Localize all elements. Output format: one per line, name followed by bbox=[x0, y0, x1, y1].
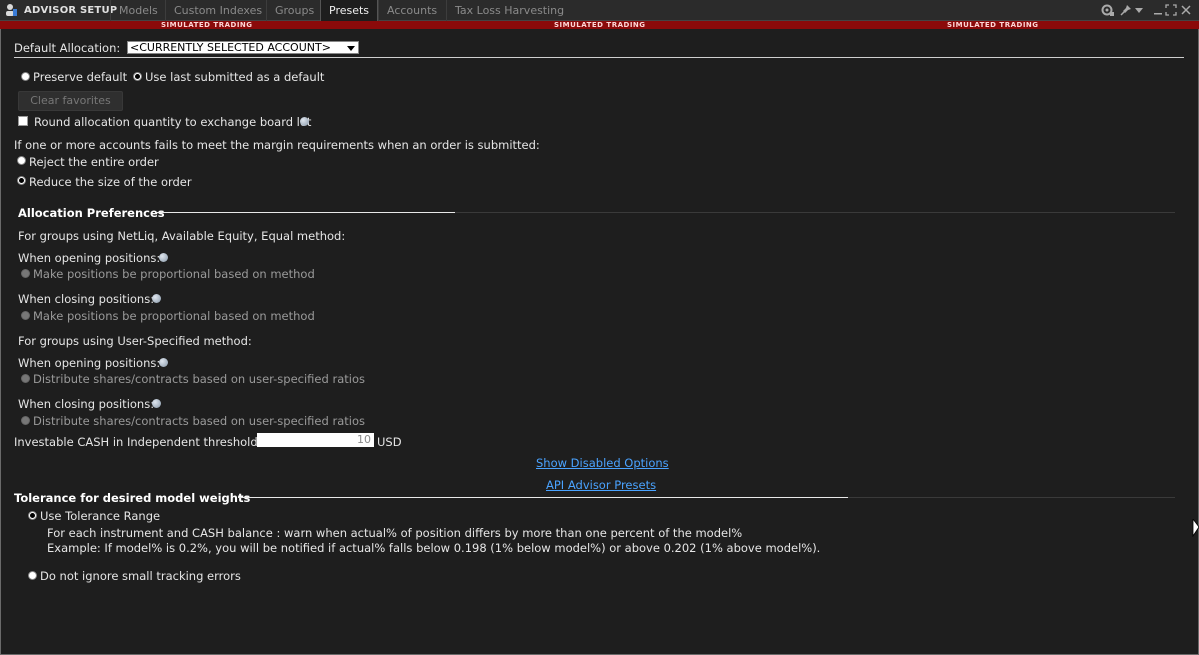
cash-threshold-unit: USD bbox=[377, 435, 402, 449]
default-allocation-value: <CURRENTLY SELECTED ACCOUNT> bbox=[130, 41, 331, 54]
do-not-ignore-label: Do not ignore small tracking errors bbox=[40, 569, 241, 583]
info-icon[interactable] bbox=[152, 294, 161, 303]
user-opening-distribute-label: Distribute shares/contracts based on use… bbox=[33, 372, 365, 386]
tab-accounts[interactable]: Accounts bbox=[378, 0, 445, 21]
tolerance-description: For each instrument and CASH balance : w… bbox=[47, 526, 743, 540]
tab-tax-loss-harvesting[interactable]: Tax Loss Harvesting bbox=[446, 0, 572, 21]
netliq-group-label: For groups using NetLiq, Available Equit… bbox=[18, 229, 346, 243]
preserve-default-radio[interactable] bbox=[21, 72, 30, 81]
api-advisor-presets-link[interactable]: API Advisor Presets bbox=[546, 478, 656, 492]
title-bar: ADVISOR SETUP Models Custom Indexes Grou… bbox=[0, 0, 1199, 21]
user-specified-group-label: For groups using User-Specified method: bbox=[18, 334, 252, 348]
use-tolerance-range-label: Use Tolerance Range bbox=[40, 509, 161, 523]
tab-presets[interactable]: Presets bbox=[320, 0, 379, 21]
round-allocation-label: Round allocation quantity to exchange bo… bbox=[34, 115, 312, 129]
dropdown-icon[interactable] bbox=[1132, 3, 1146, 17]
banner-text: SIMULATED TRADING bbox=[554, 21, 646, 29]
default-allocation-select[interactable]: <CURRENTLY SELECTED ACCOUNT> bbox=[127, 41, 359, 54]
simulated-trading-banner: SIMULATED TRADING SIMULATED TRADING SIMU… bbox=[0, 21, 1199, 29]
chevron-down-icon bbox=[347, 46, 355, 51]
netliq-closing-proportional-label: Make positions be proportional based on … bbox=[33, 309, 315, 323]
reject-order-radio[interactable] bbox=[17, 156, 26, 165]
minimize-icon[interactable] bbox=[1151, 3, 1165, 17]
tab-groups[interactable]: Groups bbox=[266, 0, 322, 21]
use-tolerance-range-radio[interactable] bbox=[28, 511, 37, 520]
banner-text: SIMULATED TRADING bbox=[161, 21, 253, 29]
divider bbox=[14, 57, 1184, 58]
use-last-submitted-label: Use last submitted as a default bbox=[145, 70, 325, 84]
netliq-closing-label: When closing positions: bbox=[18, 292, 155, 306]
show-disabled-options-link[interactable]: Show Disabled Options bbox=[536, 456, 669, 470]
info-icon[interactable] bbox=[159, 253, 168, 262]
tolerance-header: Tolerance for desired model weights bbox=[14, 491, 251, 505]
divider bbox=[157, 212, 455, 213]
margin-question: If one or more accounts fails to meet th… bbox=[14, 138, 540, 152]
cash-threshold-label: Investable CASH in Independent threshold… bbox=[14, 435, 262, 449]
allocation-preferences-header: Allocation Preferences bbox=[18, 206, 165, 220]
user-closing-label: When closing positions: bbox=[18, 397, 155, 411]
do-not-ignore-radio[interactable] bbox=[28, 571, 37, 580]
window-frame bbox=[0, 0, 1199, 655]
user-closing-distribute-label: Distribute shares/contracts based on use… bbox=[33, 414, 365, 428]
default-allocation-label: Default Allocation: bbox=[14, 41, 121, 55]
link-icon[interactable] bbox=[1101, 3, 1115, 17]
divider bbox=[848, 497, 1175, 498]
advisor-icon bbox=[6, 4, 17, 16]
divider bbox=[455, 212, 1175, 213]
mouse-cursor-icon bbox=[1192, 519, 1199, 537]
tab-models[interactable]: Models bbox=[110, 0, 166, 21]
cash-threshold-input[interactable]: 10 bbox=[257, 433, 374, 447]
info-icon[interactable] bbox=[152, 399, 161, 408]
reduce-order-radio[interactable] bbox=[17, 176, 26, 185]
banner-text: SIMULATED TRADING bbox=[947, 21, 1039, 29]
user-opening-label: When opening positions: bbox=[18, 356, 161, 370]
info-icon[interactable] bbox=[300, 117, 309, 126]
netliq-opening-proportional-label: Make positions be proportional based on … bbox=[33, 267, 315, 281]
netliq-opening-label: When opening positions: bbox=[18, 251, 161, 265]
netliq-opening-proportional-radio[interactable] bbox=[21, 269, 30, 278]
app-title: ADVISOR SETUP bbox=[24, 5, 118, 16]
user-closing-distribute-radio[interactable] bbox=[21, 416, 30, 425]
netliq-closing-proportional-radio[interactable] bbox=[21, 311, 30, 320]
reduce-order-label: Reduce the size of the order bbox=[29, 175, 192, 189]
use-last-submitted-radio[interactable] bbox=[133, 72, 142, 81]
info-icon[interactable] bbox=[159, 358, 168, 367]
divider bbox=[238, 497, 848, 498]
close-icon[interactable] bbox=[1179, 3, 1193, 17]
tolerance-example: Example: If model% is 0.2%, you will be … bbox=[47, 541, 821, 555]
user-opening-distribute-radio[interactable] bbox=[21, 374, 30, 383]
reject-order-label: Reject the entire order bbox=[29, 155, 159, 169]
preserve-default-label: Preserve default bbox=[33, 70, 128, 84]
clear-favorites-button[interactable]: Clear favorites bbox=[18, 91, 123, 111]
maximize-icon[interactable] bbox=[1164, 3, 1178, 17]
pin-icon[interactable] bbox=[1119, 3, 1133, 17]
tab-custom-indexes[interactable]: Custom Indexes bbox=[165, 0, 270, 21]
round-allocation-checkbox[interactable] bbox=[18, 116, 28, 126]
